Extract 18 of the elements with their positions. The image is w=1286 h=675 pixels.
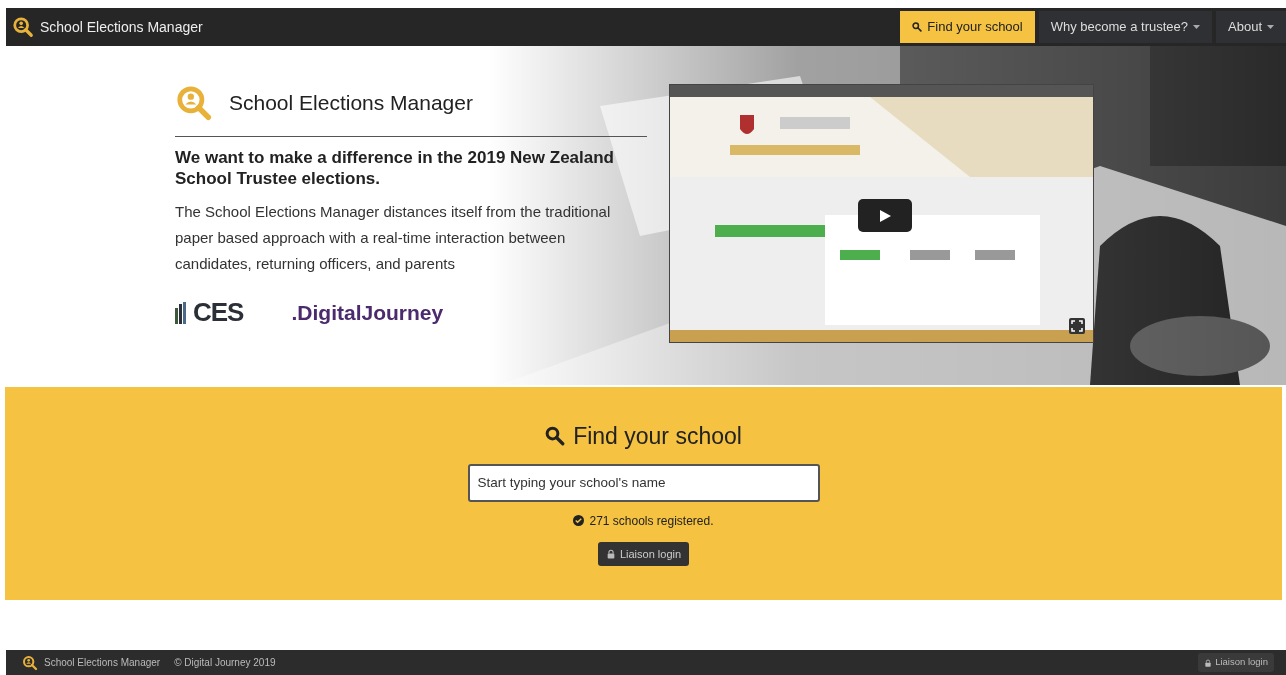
login-button[interactable]: Liaison login (1198, 653, 1274, 672)
search-icon (912, 22, 923, 32)
check-circle-icon (573, 515, 585, 526)
lock-icon (605, 548, 616, 559)
school-search-field[interactable]: Start typing your school's name (467, 463, 820, 502)
copyright: © Digital Journey 2019 (174, 656, 276, 670)
nav-link[interactable]: About (1216, 11, 1286, 43)
brand-name[interactable]: School Elections Manager (40, 16, 203, 38)
nav-link[interactable]: Find your school (900, 11, 1035, 43)
login-button[interactable]: Liaison login (597, 541, 690, 566)
search-icon (545, 426, 566, 447)
nav-link[interactable]: Why become a trustee? (1038, 11, 1212, 43)
lock-icon (1204, 658, 1213, 667)
section-heading: Find your school (573, 422, 742, 451)
footer-brand[interactable]: School Elections Manager (44, 655, 161, 670)
logo-icon (12, 16, 34, 38)
logo-icon (22, 654, 38, 671)
registered-count: 271 schools registered. (589, 512, 714, 530)
